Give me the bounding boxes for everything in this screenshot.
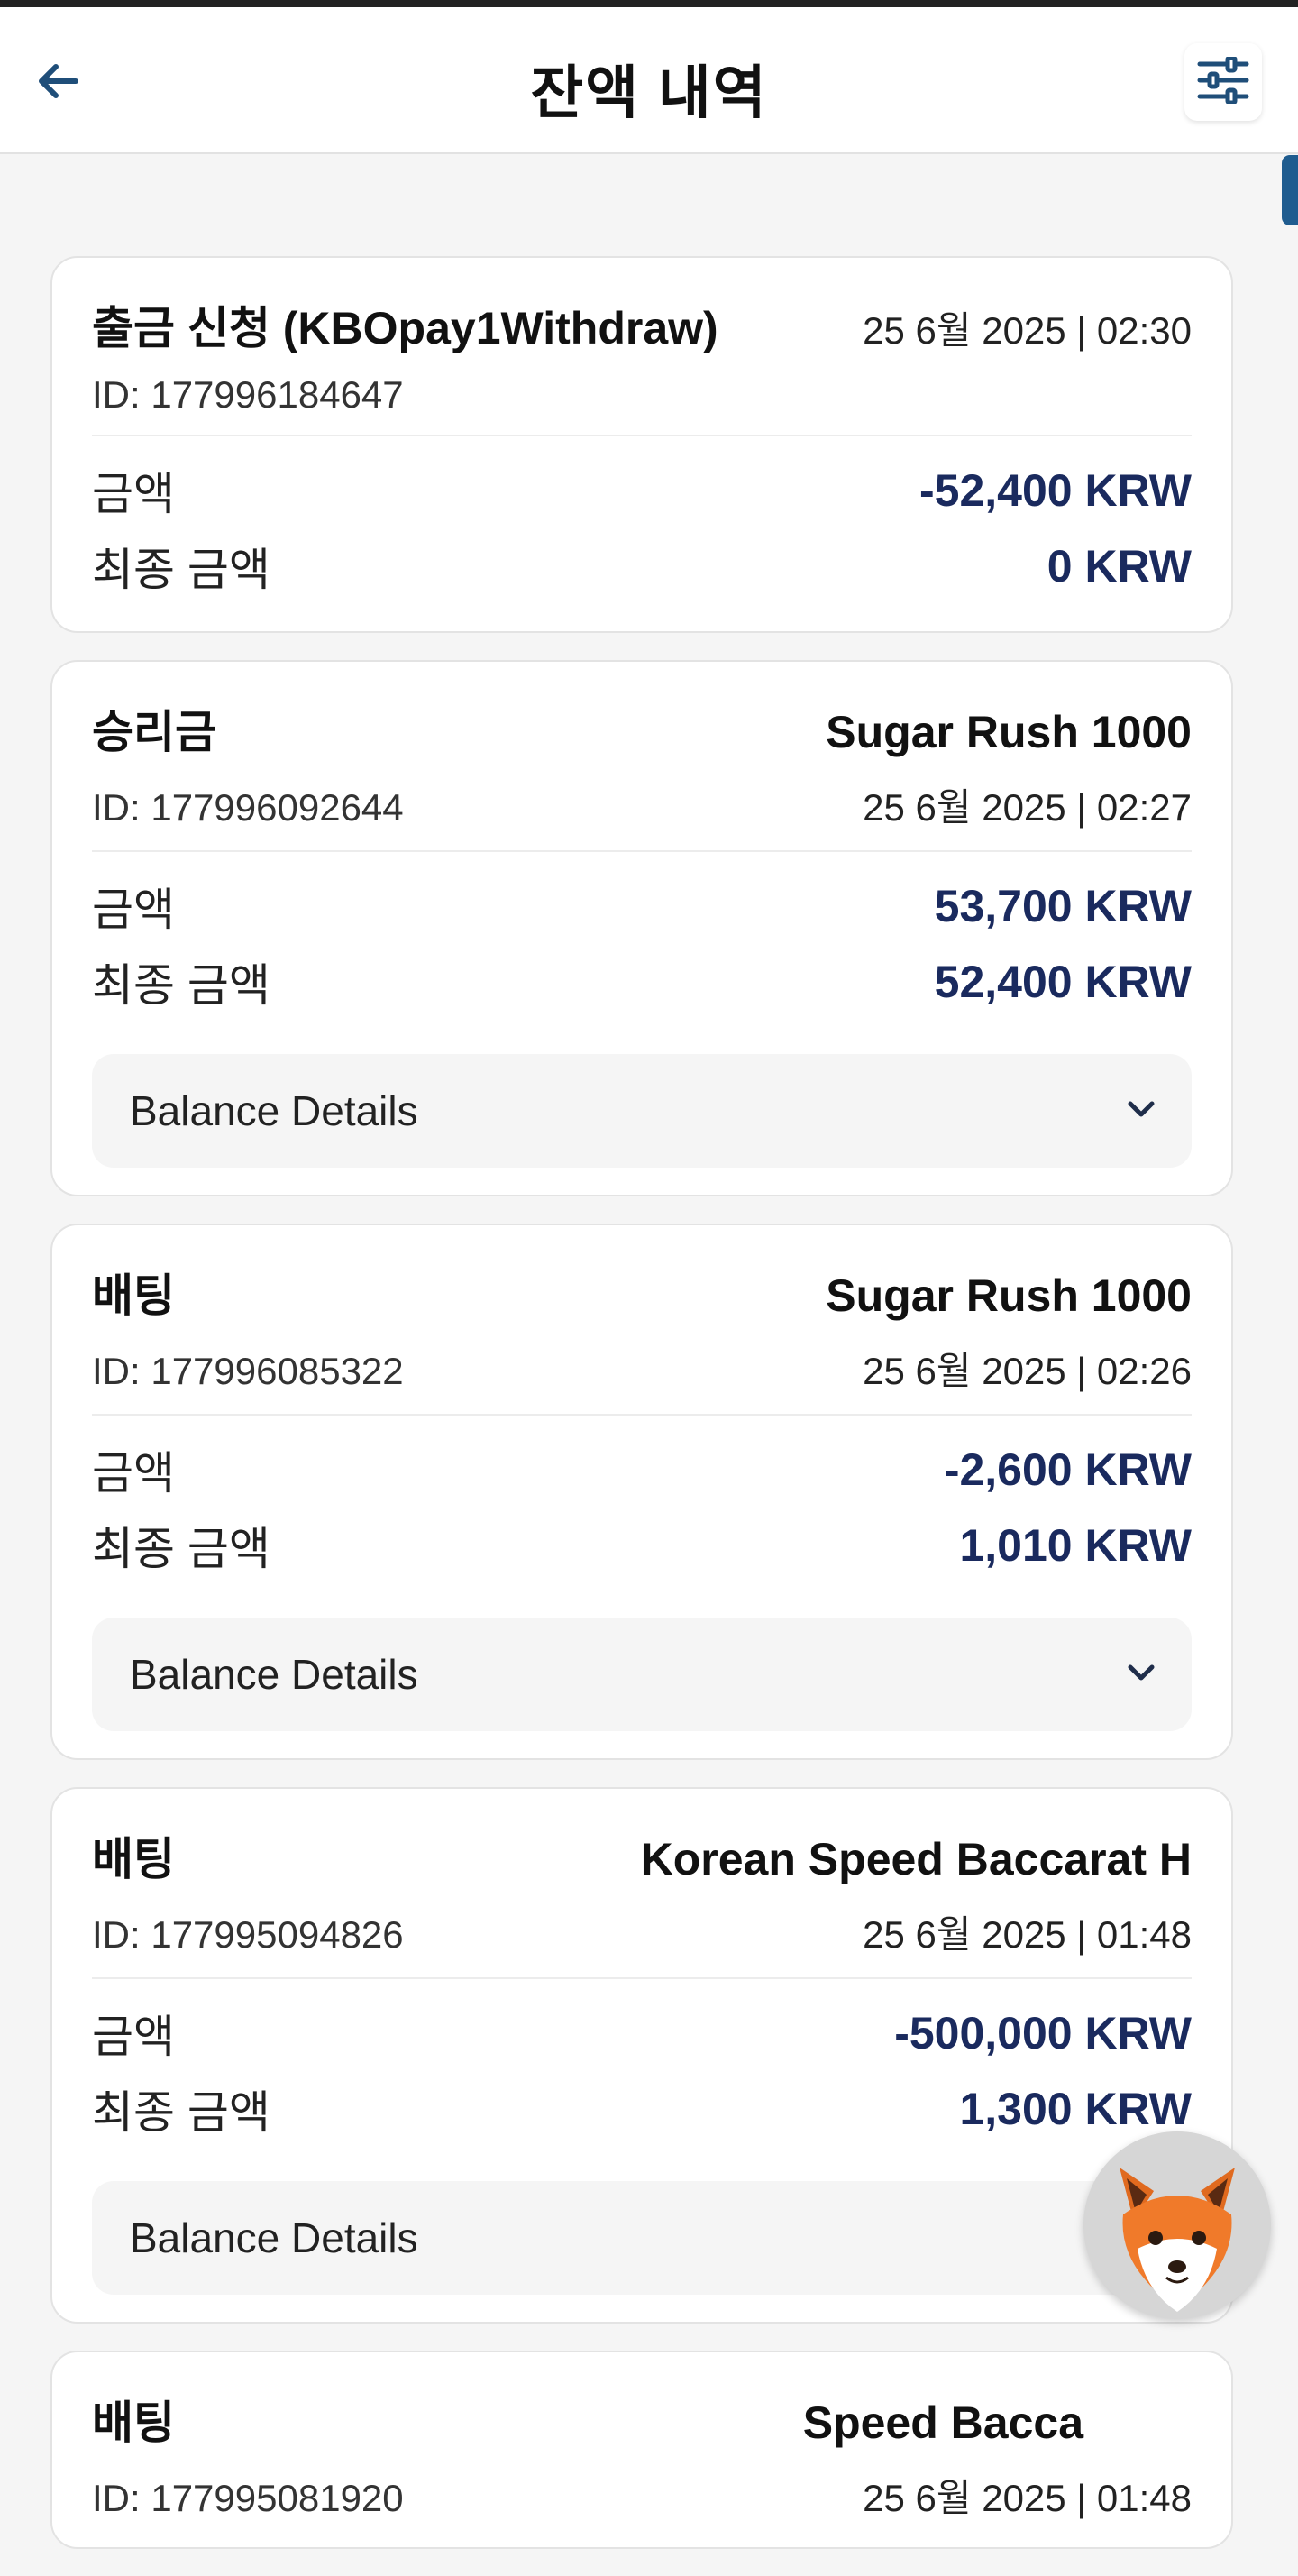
transaction-datetime: 25 6월 2025 | 01:48: [863, 1913, 1192, 1956]
transaction-datetime: 25 6월 2025 | 02:27: [863, 786, 1192, 829]
amount-label: 금액: [92, 2012, 175, 2062]
balance-details-toggle[interactable]: Balance Details: [92, 1054, 1192, 1168]
transaction-type: 출금 신청 (KBOpay1Withdraw): [92, 303, 718, 353]
divider: [92, 1414, 1192, 1416]
game-name: Korean Speed Baccarat H: [640, 1834, 1192, 1884]
amount-label: 금액: [92, 1448, 175, 1499]
sliders-icon: [1197, 55, 1249, 108]
amount-value: -52,400 KRW: [919, 465, 1192, 516]
final-amount-label: 최종 금액: [92, 2087, 270, 2138]
transaction-card[interactable]: 배팅 Speed Bacca ID: 177995081920 25 6월 20…: [50, 2351, 1233, 2549]
transaction-datetime: 25 6월 2025 | 01:48: [863, 2477, 1192, 2519]
game-name: Speed Bacca: [802, 2397, 1083, 2448]
amount-label: 금액: [92, 885, 175, 935]
transaction-id: ID: 177995081920: [92, 2477, 404, 2519]
transaction-type: 배팅: [92, 2397, 175, 2448]
transaction-card[interactable]: 배팅 Korean Speed Baccarat H ID: 177995094…: [50, 1787, 1233, 2324]
transaction-type: 배팅: [92, 1270, 175, 1321]
transaction-card[interactable]: 배팅 Sugar Rush 1000 ID: 177996085322 25 6…: [50, 1224, 1233, 1760]
status-bar-edge: [0, 0, 1298, 7]
amount-value: 53,700 KRW: [934, 881, 1192, 931]
final-amount-value: 52,400 KRW: [934, 957, 1192, 1007]
amount-label: 금액: [92, 469, 175, 519]
transaction-datetime: 25 6월 2025 | 02:30: [863, 309, 1192, 352]
page-title: 잔액 내역: [530, 60, 768, 125]
balance-details-label: Balance Details: [130, 1087, 418, 1134]
app-header: 잔액 내역: [0, 7, 1298, 154]
divider: [92, 850, 1192, 852]
final-amount-value: 1,300 KRW: [959, 2084, 1192, 2134]
transaction-id: ID: 177996092644: [92, 786, 404, 829]
divider: [92, 1977, 1192, 1979]
chevron-down-icon: [1127, 1100, 1156, 1123]
transaction-card[interactable]: 승리금 Sugar Rush 1000 ID: 177996092644 25 …: [50, 660, 1233, 1196]
balance-details-label: Balance Details: [130, 1651, 418, 1698]
transaction-list: 출금 신청 (KBOpay1Withdraw) 25 6월 2025 | 02:…: [50, 256, 1233, 2576]
final-amount-value: 0 KRW: [1047, 541, 1192, 591]
game-name: Sugar Rush 1000: [826, 1270, 1192, 1321]
chat-widget-button[interactable]: [1083, 2131, 1271, 2319]
transaction-card[interactable]: 출금 신청 (KBOpay1Withdraw) 25 6월 2025 | 02:…: [50, 256, 1233, 633]
transaction-type: 승리금: [92, 707, 216, 757]
balance-details-toggle[interactable]: Balance Details: [92, 2181, 1192, 2295]
scrollbar-thumb[interactable]: [1282, 155, 1298, 225]
divider: [92, 435, 1192, 436]
final-amount-value: 1,010 KRW: [959, 1520, 1192, 1571]
transaction-type: 배팅: [92, 1834, 175, 1884]
amount-value: -2,600 KRW: [944, 1444, 1192, 1495]
amount-value: -500,000 KRW: [894, 2008, 1192, 2058]
filter-button[interactable]: [1184, 43, 1262, 121]
transaction-datetime: 25 6월 2025 | 02:26: [863, 1350, 1192, 1392]
transaction-id: ID: 177995094826: [92, 1913, 404, 1956]
balance-details-toggle[interactable]: Balance Details: [92, 1618, 1192, 1731]
final-amount-label: 최종 금액: [92, 960, 270, 1011]
final-amount-label: 최종 금액: [92, 1524, 270, 1574]
game-name: Sugar Rush 1000: [826, 707, 1192, 757]
transaction-id: ID: 177996085322: [92, 1350, 404, 1392]
chevron-down-icon: [1127, 1664, 1156, 1686]
final-amount-label: 최종 금액: [92, 545, 270, 595]
transaction-id: ID: 177996184647: [92, 373, 404, 416]
balance-details-label: Balance Details: [130, 2214, 418, 2261]
